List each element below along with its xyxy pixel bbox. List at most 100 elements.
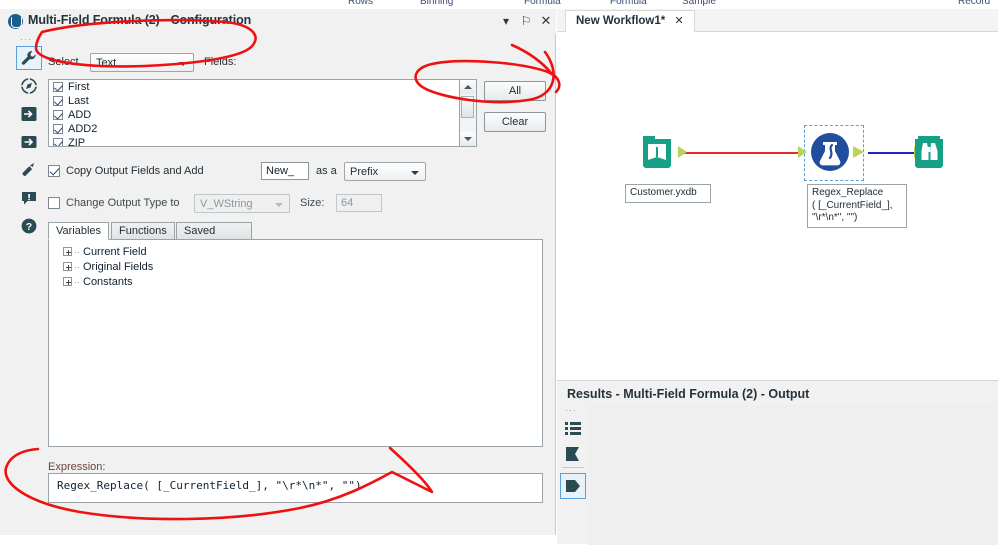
- binoculars-icon[interactable]: [909, 132, 949, 172]
- ribbon-label-rows: Rows: [348, 0, 374, 7]
- wrench-icon[interactable]: [16, 46, 42, 70]
- expand-icon[interactable]: [63, 277, 72, 286]
- results-icon-rail: ···: [559, 405, 587, 525]
- fields-list-scrollbar[interactable]: [460, 79, 477, 147]
- size-input[interactable]: 64: [336, 194, 382, 212]
- tree-item-label: Current Field: [83, 245, 147, 258]
- tree-item-label: Original Fields: [83, 260, 154, 273]
- workflow-pane: New Workflow1* ✕ Customer.yxdb Regex_Rep…: [557, 9, 998, 545]
- expand-icon[interactable]: [63, 262, 72, 271]
- expression-label: Expression:: [48, 461, 106, 473]
- field-label: Last: [68, 95, 89, 107]
- field-label: ADD: [68, 109, 92, 121]
- output-type-select-value: V_WString: [200, 198, 253, 210]
- affix-select[interactable]: Prefix: [344, 162, 426, 181]
- compass-icon[interactable]: [16, 74, 42, 98]
- expression-input[interactable]: Regex_Replace( [_CurrentField_], "\r*\n*…: [48, 473, 543, 503]
- scroll-up-icon[interactable]: [460, 80, 475, 94]
- output-box-icon[interactable]: [16, 130, 42, 154]
- copy-output-label: Copy Output Fields and Add: [66, 165, 204, 177]
- node-label-input: Customer.yxdb: [625, 184, 711, 203]
- connection-input-to-multifield[interactable]: [682, 152, 804, 154]
- select-all-button[interactable]: All: [484, 81, 546, 101]
- ribbon-label-formula-2: Formula: [610, 0, 647, 7]
- ribbon-label-formula-1: Formula: [524, 0, 561, 7]
- multi-field-formula-icon: [8, 14, 23, 29]
- field-checkbox[interactable]: [53, 110, 63, 120]
- tree-item-original-fields[interactable]: ·· Original Fields: [49, 259, 542, 274]
- select-label: Select: [48, 56, 79, 68]
- workflow-canvas[interactable]: Customer.yxdb Regex_Replace ( [_CurrentF…: [557, 32, 998, 380]
- affix-select-value: Prefix: [350, 166, 379, 178]
- scrollbar-thumb[interactable]: [461, 96, 474, 118]
- ribbon-label-record: Record: [958, 0, 991, 7]
- field-label: First: [68, 81, 90, 93]
- list-item[interactable]: ADD2: [49, 122, 459, 136]
- output-type-select[interactable]: V_WString: [194, 194, 290, 213]
- field-type-select[interactable]: Text: [90, 53, 194, 72]
- chevron-down-icon: [411, 171, 419, 175]
- tree-item-current-field[interactable]: ·· Current Field: [49, 244, 542, 259]
- field-checkbox[interactable]: [53, 82, 63, 92]
- copy-output-row: Copy Output Fields and Add New_ as a Pre…: [48, 162, 548, 182]
- pin-icon[interactable]: ⚐: [518, 13, 534, 29]
- prefix-input[interactable]: New_: [261, 162, 309, 180]
- fields-list[interactable]: First Last ADD ADD2 ZIP: [48, 79, 460, 147]
- tree-item-label: Constants: [83, 275, 133, 288]
- ribbon-label-binning: Binning: [420, 0, 454, 7]
- messages-icon[interactable]: [560, 441, 586, 467]
- output-port-input-node[interactable]: [678, 146, 687, 158]
- comment-icon[interactable]: [16, 186, 42, 210]
- list-item[interactable]: Last: [49, 94, 459, 108]
- close-icon[interactable]: ✕: [538, 13, 554, 29]
- change-output-type-row: Change Output Type to V_WString Size: 64: [48, 194, 548, 214]
- tab-saved-expressions[interactable]: Saved Expressions: [176, 222, 252, 254]
- node-label-multifield: Regex_Replace ( [_CurrentField_], "\r*\n…: [807, 184, 907, 228]
- book-input-icon[interactable]: [637, 132, 677, 172]
- svg-text:?: ?: [26, 221, 32, 233]
- clear-all-button[interactable]: Clear: [484, 112, 546, 132]
- input-port-multifield-node[interactable]: [798, 146, 807, 158]
- copy-output-checkbox[interactable]: [48, 165, 60, 177]
- list-item[interactable]: First: [49, 80, 459, 94]
- results-grip-dots: ···: [565, 405, 577, 415]
- output-port-multifield-node[interactable]: [853, 146, 864, 158]
- beaker-formula-icon[interactable]: [810, 132, 850, 172]
- tree-connector-dots: ··: [74, 262, 80, 272]
- field-type-select-value: Text: [96, 57, 117, 69]
- input-box-icon[interactable]: [16, 102, 42, 126]
- tab-functions[interactable]: Functions: [111, 222, 175, 240]
- as-a-label: as a: [316, 165, 337, 177]
- page-title: Multi-Field Formula (2) - Configuration: [28, 13, 252, 27]
- scroll-down-icon[interactable]: [460, 132, 475, 146]
- list-item[interactable]: ZIP: [49, 136, 459, 147]
- ribbon-strip: Rows Binning Formula Formula Sample Reco…: [0, 0, 998, 9]
- tab-variables[interactable]: Variables: [48, 222, 110, 240]
- close-icon[interactable]: ✕: [674, 15, 683, 27]
- field-label: ZIP: [68, 137, 86, 147]
- list-view-icon[interactable]: [560, 415, 586, 441]
- select-row: Select Text Fields:: [48, 53, 548, 73]
- field-label: ADD2: [68, 123, 98, 135]
- results-title: Results - Multi-Field Formula (2) - Outp…: [567, 387, 810, 401]
- ribbon-label-sample: Sample: [682, 0, 716, 7]
- configuration-panel: Multi-Field Formula (2) - Configuration …: [0, 9, 556, 535]
- tab-new-workflow[interactable]: New Workflow1* ✕: [565, 10, 695, 32]
- field-checkbox[interactable]: [53, 138, 63, 146]
- change-output-type-checkbox[interactable]: [48, 197, 60, 209]
- tree-connector-dots: ··: [74, 277, 80, 287]
- tag-icon[interactable]: [16, 158, 42, 182]
- field-checkbox[interactable]: [53, 96, 63, 106]
- tree-item-constants[interactable]: ·· Constants: [49, 274, 542, 289]
- variables-tree[interactable]: ·· Current Field ·· Original Fields ·· C…: [48, 239, 543, 447]
- list-item[interactable]: ADD: [49, 108, 459, 122]
- config-icon-rail: ··· ?: [14, 34, 44, 234]
- rail-divider: [562, 467, 584, 468]
- output-anchor-icon[interactable]: [560, 473, 586, 499]
- chevron-down-icon[interactable]: ▾: [498, 13, 514, 29]
- fields-label: Fields:: [204, 56, 237, 68]
- config-titlebar: Multi-Field Formula (2) - Configuration …: [0, 9, 556, 34]
- help-icon[interactable]: ?: [16, 214, 42, 238]
- field-checkbox[interactable]: [53, 124, 63, 134]
- expand-icon[interactable]: [63, 247, 72, 256]
